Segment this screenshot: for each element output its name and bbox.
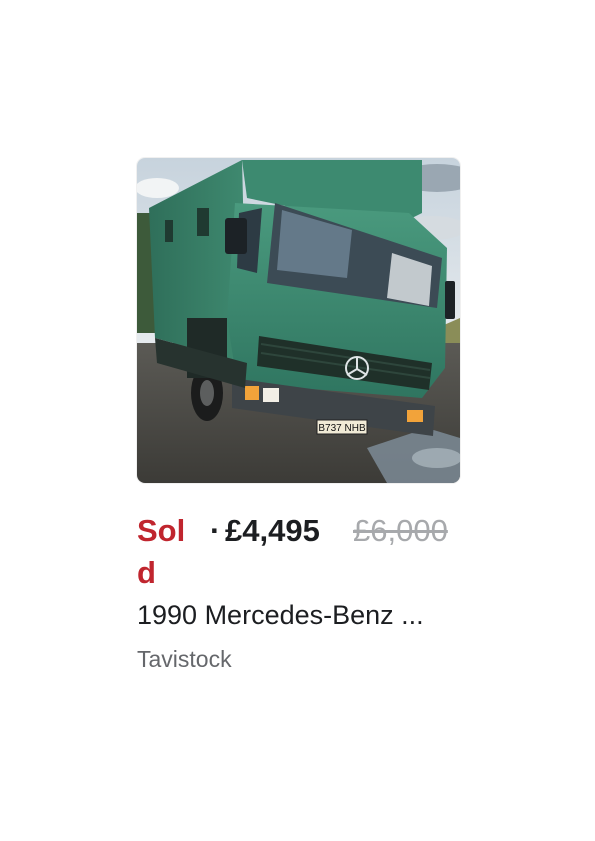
truck-image: B737 NHB: [137, 158, 460, 483]
original-price: £6,000: [353, 513, 448, 548]
price-separator: ·: [210, 513, 221, 548]
sold-status: Sold: [137, 513, 186, 590]
listing-title[interactable]: 1990 Mercedes-Benz ...: [137, 597, 467, 633]
listing-location: Tavistock: [137, 646, 232, 672]
listing-photo[interactable]: B737 NHB: [137, 158, 460, 483]
listing-card[interactable]: B737 NHB Sold · £4,495 £6,000 1990 Merce…: [137, 158, 461, 678]
number-plate: B737 NHB: [318, 423, 366, 434]
current-price: £4,495: [225, 513, 320, 548]
price-row: Sold · £4,495 £6,000: [137, 510, 461, 590]
